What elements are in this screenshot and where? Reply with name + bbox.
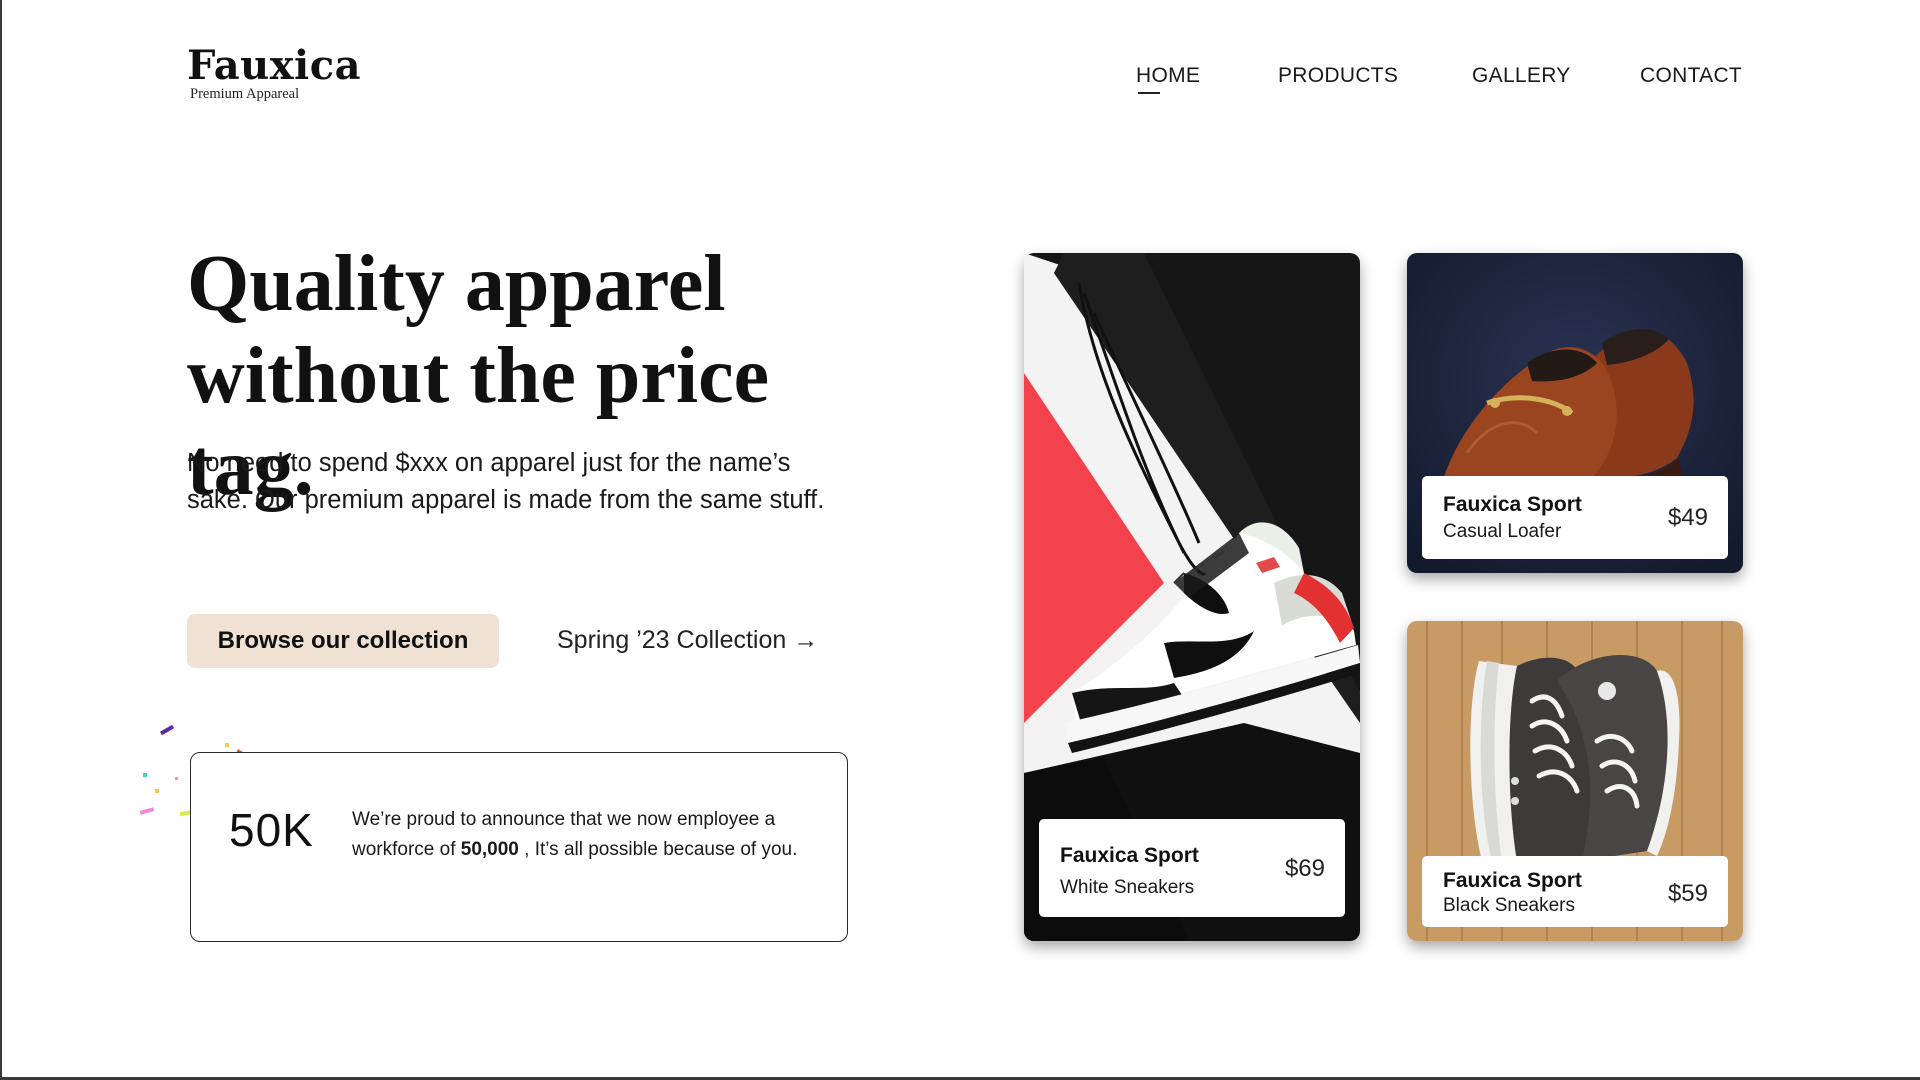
product-card-white-sneakers[interactable]: Fauxica Sport White Sneakers $69 xyxy=(1024,253,1360,941)
product-price: $49 xyxy=(1667,504,1708,531)
product-card-casual-loafer[interactable]: Fauxica Sport Casual Loafer $49 xyxy=(1407,253,1743,573)
stat-text: We’re proud to announce that we now empl… xyxy=(352,805,822,864)
stat-text-bold: 50,000 xyxy=(460,838,519,860)
product-brand: Fauxica Sport xyxy=(1443,869,1582,892)
product-brand: Fauxica Sport xyxy=(1443,493,1582,516)
hero-description: No need to spend $xxx on apparel just fo… xyxy=(187,449,825,514)
main-nav: HOME PRODUCTS GALLERY CONTACT xyxy=(0,64,1920,94)
nav-gallery[interactable]: GALLERY xyxy=(1472,64,1571,88)
spring-collection-link[interactable]: Spring ’23 Collection → xyxy=(557,626,818,655)
stat-value: 50K xyxy=(229,804,314,856)
frame-left-border xyxy=(0,0,2,1080)
product-price: $69 xyxy=(1284,855,1325,882)
browse-collection-button[interactable]: Browse our collection xyxy=(187,614,499,668)
product-info-black-sneakers: Fauxica Sport Black Sneakers $59 xyxy=(1422,856,1728,927)
product-name: White Sneakers xyxy=(1060,877,1195,898)
workforce-stat-card: 50K We’re proud to announce that we now … xyxy=(190,752,848,942)
nav-contact[interactable]: CONTACT xyxy=(1640,64,1742,88)
product-info-white-sneakers: Fauxica Sport White Sneakers $69 xyxy=(1039,819,1345,917)
stat-text-after: , It’s all possible because of you. xyxy=(518,838,798,860)
product-name: Black Sneakers xyxy=(1443,895,1576,916)
product-name: Casual Loafer xyxy=(1443,521,1562,542)
product-info-casual-loafer: Fauxica Sport Casual Loafer $49 xyxy=(1422,476,1728,559)
nav-home[interactable]: HOME xyxy=(1136,64,1200,94)
product-brand: Fauxica Sport xyxy=(1060,844,1199,867)
product-price: $59 xyxy=(1667,880,1708,907)
product-card-black-sneakers[interactable]: Fauxica Sport Black Sneakers $59 xyxy=(1407,621,1743,941)
hero-title-line1: Quality apparel xyxy=(187,240,726,328)
nav-products[interactable]: PRODUCTS xyxy=(1278,64,1398,88)
